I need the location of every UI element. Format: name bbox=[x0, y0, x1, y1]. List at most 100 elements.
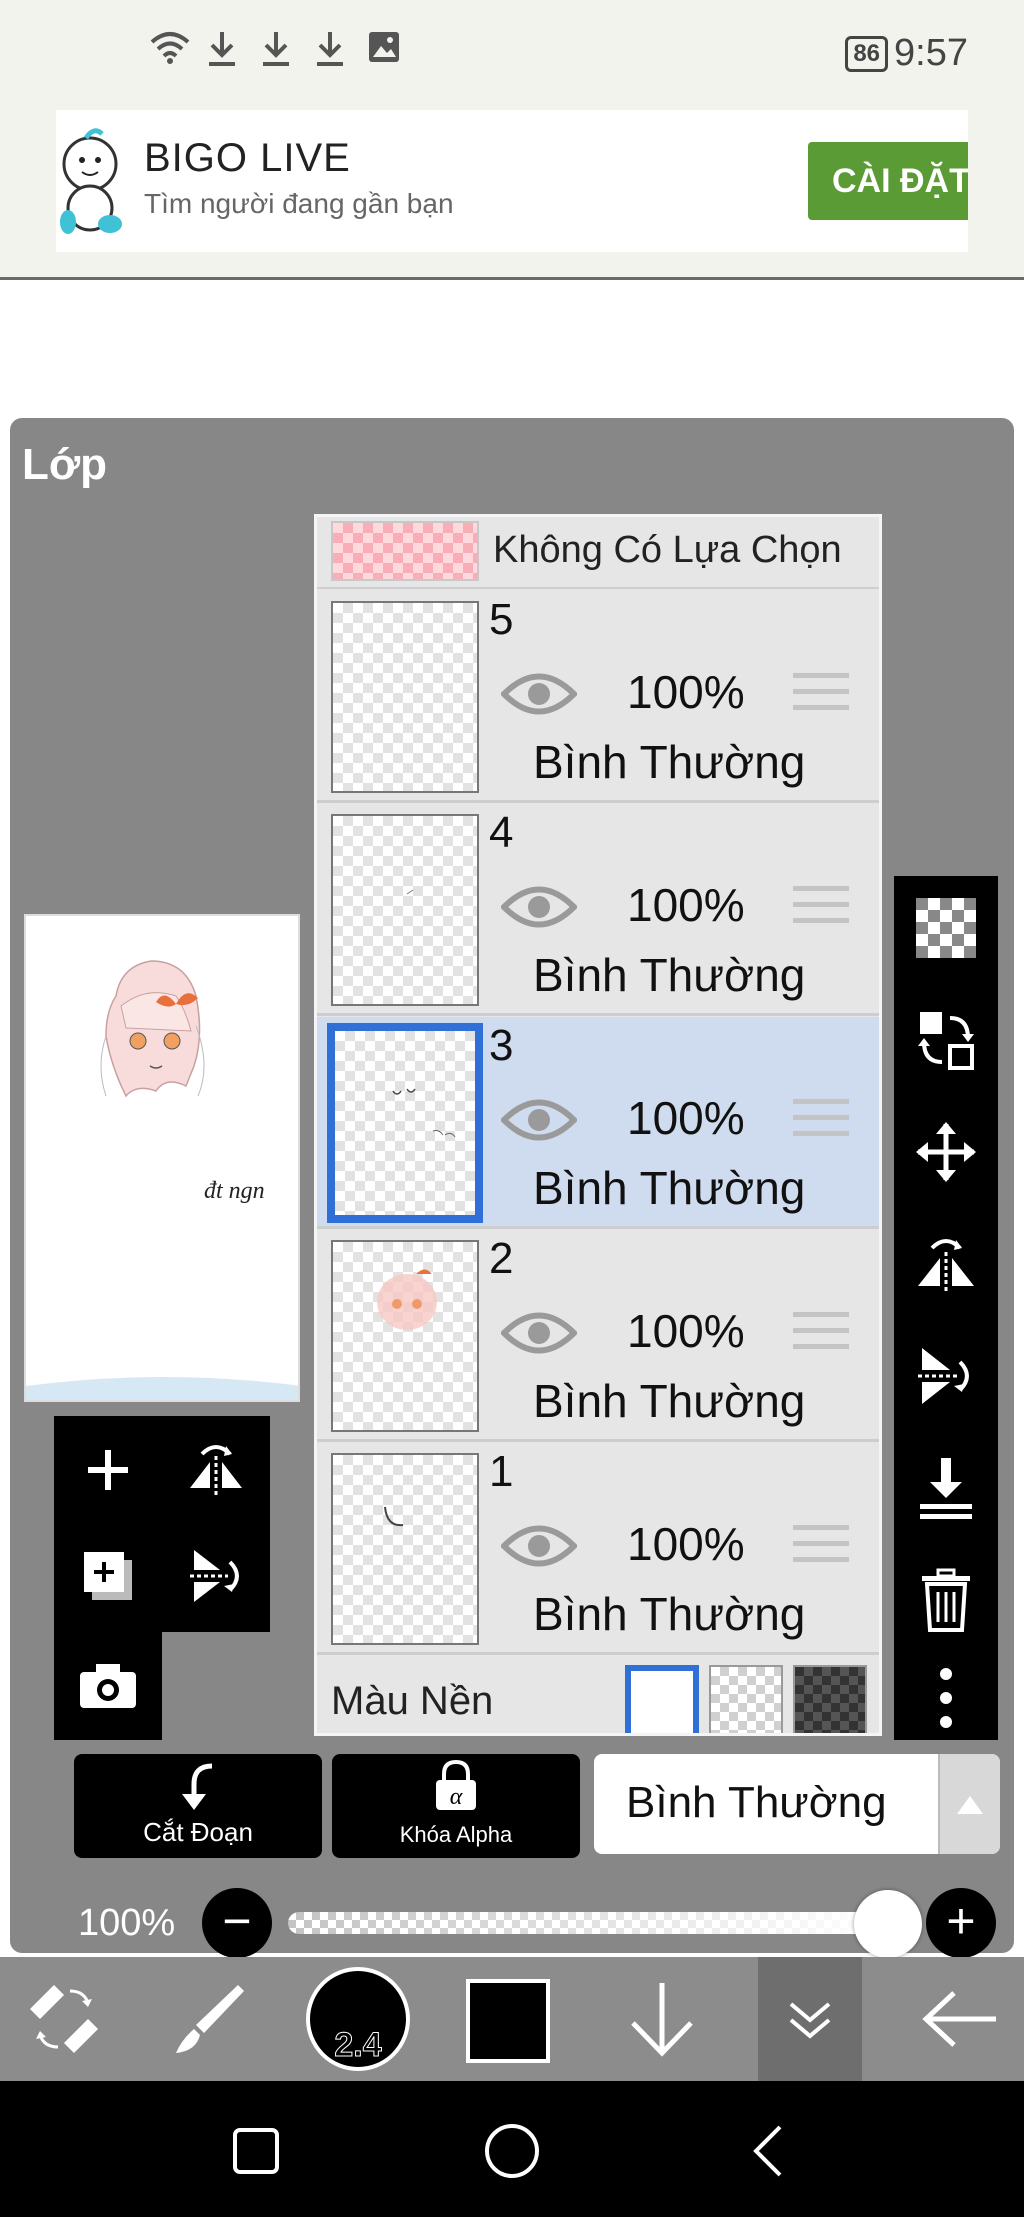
layer-row[interactable]: 1 100% Bình Thường bbox=[317, 1443, 879, 1655]
layers-toggle-button[interactable] bbox=[758, 1957, 862, 2081]
background-dark-swatch[interactable] bbox=[793, 1665, 867, 1733]
drag-handle-icon[interactable] bbox=[793, 1312, 849, 1356]
eye-icon[interactable] bbox=[499, 882, 579, 932]
eye-icon[interactable] bbox=[499, 669, 579, 719]
ad-banner-area: BIGO LIVE Tìm người đang gần bạn CÀI ĐẶT bbox=[0, 110, 1024, 280]
ad-banner[interactable]: BIGO LIVE Tìm người đang gần bạn CÀI ĐẶT bbox=[56, 110, 968, 252]
layer-opacity: 100% bbox=[627, 666, 745, 718]
chevron-up-icon[interactable] bbox=[938, 1754, 1000, 1854]
eye-icon[interactable] bbox=[499, 1521, 579, 1571]
more-options-icon[interactable] bbox=[908, 1660, 984, 1736]
blend-mode-select[interactable]: Bình Thường bbox=[594, 1754, 1000, 1854]
back-triangle-icon[interactable] bbox=[728, 2111, 808, 2191]
background-white-swatch[interactable] bbox=[625, 1665, 699, 1733]
opacity-decrease-button[interactable]: − bbox=[202, 1888, 272, 1958]
layer-list[interactable]: Không Có Lựa Chọn 5 100% Bình Thường 4 1… bbox=[314, 514, 882, 1736]
brush-icon[interactable] bbox=[158, 1957, 258, 2081]
layer-row[interactable]: 4 100% Bình Thường bbox=[317, 804, 879, 1016]
duplicate-layer-button[interactable] bbox=[68, 1536, 148, 1616]
brush-size-value: 2.4 bbox=[334, 2026, 382, 2065]
layer-blend-mode: Bình Thường bbox=[533, 949, 806, 1001]
layer-number: 3 bbox=[489, 1021, 514, 1070]
ad-install-button[interactable]: CÀI ĐẶT bbox=[808, 142, 968, 220]
layer-panel: Lớp đt ngn Không Có Lựa Chọn 5 100% Bình… bbox=[10, 418, 1014, 1958]
eye-icon[interactable] bbox=[499, 1308, 579, 1358]
layer-number: 4 bbox=[489, 808, 514, 857]
selection-layer-label: Không Có Lựa Chọn bbox=[493, 529, 842, 571]
move-icon[interactable] bbox=[908, 1114, 984, 1190]
flip-horizontal-icon[interactable] bbox=[176, 1430, 256, 1510]
layer-thumbnail bbox=[331, 814, 479, 1006]
brush-size-indicator[interactable]: 2.4 bbox=[306, 1967, 410, 2071]
panel-title: Lớp bbox=[22, 440, 108, 489]
selection-thumbnail bbox=[331, 521, 479, 581]
alpha-lock-button[interactable]: α Khóa Alpha bbox=[332, 1754, 580, 1858]
flip-vertical-icon[interactable] bbox=[908, 1338, 984, 1414]
double-chevron-down-icon bbox=[789, 2002, 831, 2039]
trash-icon[interactable] bbox=[908, 1562, 984, 1638]
transfer-layer-icon[interactable] bbox=[908, 1002, 984, 1078]
ad-title: BIGO LIVE bbox=[144, 136, 351, 180]
layer-blend-mode: Bình Thường bbox=[533, 736, 806, 788]
blend-mode-value: Bình Thường bbox=[626, 1778, 887, 1827]
layer-opacity: 100% bbox=[627, 1518, 745, 1570]
status-bar: 86 9:57 bbox=[0, 0, 1024, 110]
layer-row-selected[interactable]: 3 100% Bình Thường bbox=[317, 1017, 879, 1229]
selection-layer-row[interactable]: Không Có Lựa Chọn bbox=[317, 517, 879, 589]
download-icon bbox=[312, 30, 348, 70]
canvas-signature: đt ngn bbox=[204, 1178, 265, 1204]
opacity-slider[interactable] bbox=[288, 1912, 888, 1934]
layer-opacity: 100% bbox=[627, 1092, 745, 1144]
flip-vertical-icon[interactable] bbox=[176, 1536, 256, 1616]
layer-row[interactable]: 2 100% Bình Thường bbox=[317, 1230, 879, 1442]
drag-handle-icon[interactable] bbox=[793, 1525, 849, 1569]
recents-square-icon[interactable] bbox=[216, 2111, 296, 2191]
back-arrow-icon[interactable] bbox=[910, 1957, 1010, 2081]
background-color-row: Màu Nền bbox=[317, 1643, 879, 1733]
opacity-increase-button[interactable]: + bbox=[926, 1888, 996, 1958]
layer-blend-mode: Bình Thường bbox=[533, 1162, 806, 1214]
layer-blend-mode: Bình Thường bbox=[533, 1588, 806, 1640]
drag-handle-icon[interactable] bbox=[793, 1099, 849, 1143]
clock: 9:57 bbox=[894, 32, 968, 74]
layer-blend-mode: Bình Thường bbox=[533, 1375, 806, 1427]
clip-arrow-icon bbox=[182, 1763, 213, 1810]
eye-icon[interactable] bbox=[499, 1095, 579, 1145]
clipping-button[interactable]: Cắt Đoạn bbox=[74, 1754, 322, 1858]
home-circle-icon[interactable] bbox=[472, 2111, 552, 2191]
drag-handle-icon[interactable] bbox=[793, 886, 849, 930]
ad-subtitle: Tìm người đang gần bạn bbox=[144, 188, 454, 219]
layer-thumbnail bbox=[331, 1240, 479, 1432]
background-transparent-swatch[interactable] bbox=[709, 1665, 783, 1733]
layer-opacity: 100% bbox=[627, 879, 745, 931]
drag-handle-icon[interactable] bbox=[793, 673, 849, 717]
transform-eraser-icon[interactable] bbox=[14, 1957, 114, 2081]
bigo-logo bbox=[56, 126, 126, 236]
layer-opacity: 100% bbox=[627, 1305, 745, 1357]
arrow-down-icon[interactable] bbox=[612, 1957, 712, 2081]
canvas-preview[interactable]: đt ngn bbox=[24, 914, 300, 1402]
layer-row[interactable]: 5 100% Bình Thường bbox=[317, 591, 879, 803]
clipping-label: Cắt Đoạn bbox=[143, 1817, 253, 1847]
left-tool-cluster bbox=[54, 1416, 270, 1740]
checkerboard-icon[interactable] bbox=[908, 890, 984, 966]
lock-icon: α bbox=[436, 1760, 476, 1810]
wifi-icon bbox=[150, 30, 190, 70]
opacity-slider-knob[interactable] bbox=[854, 1890, 922, 1958]
add-layer-button[interactable] bbox=[68, 1430, 148, 1510]
status-icons bbox=[150, 30, 402, 70]
merge-down-icon[interactable] bbox=[908, 1450, 984, 1526]
svg-text:α: α bbox=[450, 1784, 463, 1810]
drawing-sketch bbox=[100, 960, 205, 1098]
layer-thumbnail bbox=[327, 1023, 483, 1223]
camera-icon[interactable] bbox=[68, 1646, 148, 1726]
image-icon bbox=[366, 30, 402, 70]
layer-number: 1 bbox=[489, 1447, 514, 1496]
download-icon bbox=[204, 30, 240, 70]
status-right: 86 9:57 bbox=[845, 32, 968, 75]
color-swatch[interactable] bbox=[466, 1979, 550, 2063]
battery-indicator: 86 bbox=[845, 35, 889, 72]
layer-thumbnail bbox=[331, 601, 479, 793]
flip-horizontal-icon[interactable] bbox=[908, 1226, 984, 1302]
bottom-toolbar: 2.4 bbox=[0, 1957, 1024, 2081]
